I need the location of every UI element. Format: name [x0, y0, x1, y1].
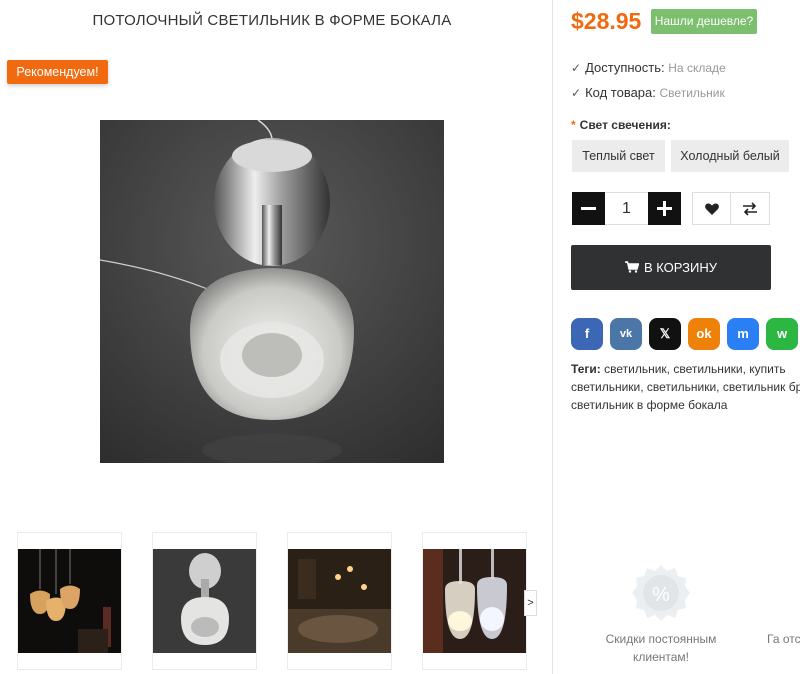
availability-value: На складе: [668, 61, 726, 75]
tags-list[interactable]: светильник, светильники, купить светильн…: [571, 362, 800, 412]
product-code-value: Светильник: [659, 86, 725, 100]
facebook-icon[interactable]: f: [571, 318, 603, 350]
cart-icon: [624, 261, 639, 273]
check-icon: ✓: [571, 86, 582, 100]
option-title: Свет свечения:: [579, 118, 671, 132]
percent-icon: %: [632, 565, 690, 621]
thumbnail-3[interactable]: [287, 532, 392, 670]
whatsapp-icon[interactable]: w: [766, 318, 798, 350]
tags-label: Теги:: [571, 362, 601, 376]
product-code-label: Код товара:: [585, 85, 656, 100]
vk-icon[interactable]: vk: [610, 318, 642, 350]
check-icon: ✓: [571, 61, 582, 75]
add-to-wishlist-button[interactable]: [692, 192, 731, 225]
add-to-cart-button[interactable]: В корзину: [571, 245, 771, 290]
required-mark: *: [571, 118, 576, 132]
recommended-badge: Рекомендуем!: [7, 60, 108, 84]
option-cold-white[interactable]: Холодный белый: [671, 140, 789, 172]
product-title: ПОТОЛОЧНЫЙ СВЕТИЛЬНИК В ФОРМЕ БОКАЛА: [92, 12, 452, 29]
thumbnail-image: [18, 549, 121, 653]
thumbnail-image: [153, 549, 256, 653]
thumbnail-1[interactable]: [17, 532, 122, 670]
quantity-input[interactable]: [605, 192, 648, 225]
regular-customer-discount-text: Скидки постоянным клиентам!: [605, 632, 717, 664]
main-product-image[interactable]: [100, 120, 444, 463]
odnoklassniki-icon[interactable]: ok: [688, 318, 720, 350]
availability-label: Доступность:: [585, 60, 665, 75]
add-to-compare-button[interactable]: [731, 192, 770, 225]
wine-glass-lamp-image: [100, 120, 444, 463]
add-to-cart-label: В корзину: [643, 260, 718, 275]
product-code-row: ✓ Код товара: Светильник: [571, 85, 725, 100]
svg-text:%: %: [652, 584, 670, 606]
availability-row: ✓ Доступность: На складе: [571, 60, 726, 75]
quantity-increase-button[interactable]: [648, 192, 681, 225]
column-divider: [552, 0, 553, 674]
found-cheaper-button[interactable]: Нашли дешевле?: [651, 9, 757, 34]
thumbnail-image: [288, 549, 391, 653]
product-gallery-column: ПОТОЛОЧНЫЙ СВЕТИЛЬНИК В ФОРМЕ БОКАЛА Рек…: [0, 0, 552, 674]
heart-icon: [705, 203, 719, 215]
product-tags: Теги: светильник, светильники, купить св…: [571, 360, 800, 414]
quantity-decrease-button[interactable]: [572, 192, 605, 225]
thumbnail-next-arrow[interactable]: >: [524, 590, 537, 616]
option-warm-light[interactable]: Теплый свет: [572, 140, 665, 172]
x-icon[interactable]: 𝕏: [649, 318, 681, 350]
next-feature-text: Га отсле: [767, 632, 800, 646]
thumbnail-strip: [17, 532, 537, 674]
thumbnail-2[interactable]: [152, 532, 257, 670]
product-price: $28.95: [571, 8, 642, 34]
light-color-option-label: * Свет свечения:: [571, 118, 671, 132]
compare-icon: [743, 202, 757, 216]
messenger-icon[interactable]: m: [727, 318, 759, 350]
thumbnail-image: [423, 549, 526, 653]
thumbnail-4[interactable]: [422, 532, 527, 670]
